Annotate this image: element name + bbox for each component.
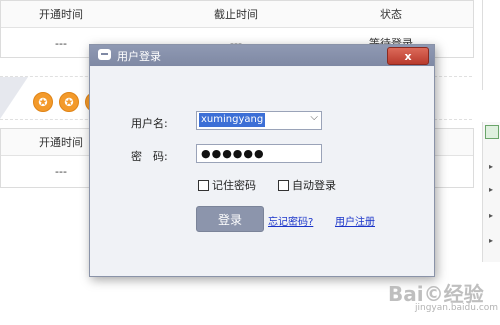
arrow-right-icon[interactable]: ▸ (489, 185, 493, 194)
app-icon (98, 49, 111, 60)
remember-password-checkbox[interactable]: 记住密码 (198, 177, 256, 193)
login-dialog: 用户登录 x 用户名: xumingyang ⌵ 密 码: ●●●●●● 记住密… (89, 44, 435, 277)
password-label: 密 码: (131, 150, 168, 163)
checkbox-box[interactable] (198, 179, 209, 191)
auto-login-label: 自动登录 (292, 179, 336, 192)
banner-corner-decoration (0, 77, 28, 119)
password-mask: ●●●●●● (201, 147, 265, 160)
table-header-row: 开通时间 截止时间 状态 (1, 1, 473, 28)
chevron-down-icon[interactable]: ⌵ (310, 112, 318, 123)
close-button[interactable]: x (387, 47, 429, 65)
star-icon: ✪ (59, 92, 79, 112)
right-edge-panel: ▸ ▸ ▸ ▸ (482, 122, 500, 262)
header-open-time: 开通时间 (39, 8, 83, 21)
password-field[interactable]: ●●●●●● (196, 144, 322, 163)
username-value: xumingyang (199, 113, 266, 127)
arrow-right-icon[interactable]: ▸ (489, 162, 493, 171)
checkbox-box[interactable] (278, 179, 289, 191)
header-status: 状态 (380, 8, 402, 21)
remember-password-label: 记住密码 (212, 179, 256, 192)
watermark-url: jingyan.baidu.com (415, 303, 499, 313)
dialog-body: 用户名: xumingyang ⌵ 密 码: ●●●●●● 记住密码 自动登录 … (90, 67, 434, 276)
arrow-right-icon[interactable]: ▸ (489, 236, 493, 245)
dialog-titlebar[interactable]: 用户登录 x (90, 45, 434, 66)
panel-icon[interactable] (485, 125, 499, 139)
auto-login-checkbox[interactable]: 自动登录 (278, 177, 336, 193)
username-dropdown[interactable]: xumingyang ⌵ (196, 111, 322, 130)
right-edge-panel-top (482, 0, 500, 90)
arrow-right-icon[interactable]: ▸ (489, 211, 493, 220)
dialog-title: 用户登录 (117, 50, 161, 63)
register-link[interactable]: 用户注册 (335, 213, 375, 228)
star-icon: ✪ (33, 92, 53, 112)
header-end-time: 截止时间 (214, 8, 258, 21)
username-label: 用户名: (131, 117, 168, 130)
login-button[interactable]: 登录 (196, 206, 264, 232)
forgot-password-link[interactable]: 忘记密码? (268, 213, 313, 228)
close-icon: x (404, 49, 412, 63)
